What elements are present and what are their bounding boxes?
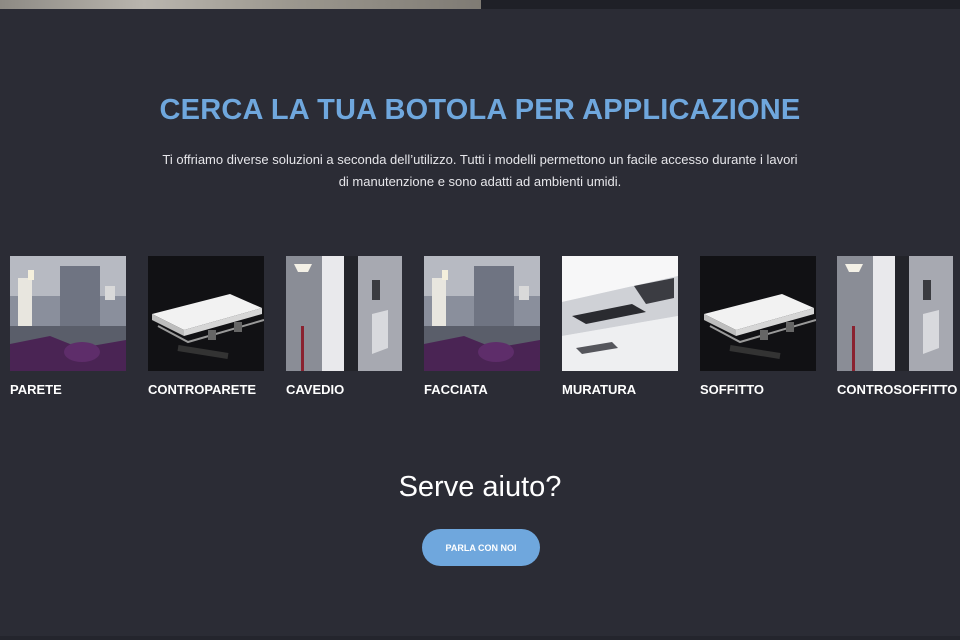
section-title: CERCA LA TUA BOTOLA PER APPLICAZIONE — [159, 94, 801, 126]
card-label: FACCIATA — [424, 382, 488, 397]
card-image — [10, 256, 126, 371]
card-image — [700, 256, 816, 371]
card-cavedio[interactable]: CAVEDIO — [286, 256, 412, 397]
card-label: CAVEDIO — [286, 382, 345, 397]
card-parete[interactable]: PARETE — [10, 256, 136, 397]
bottom-edge — [0, 636, 960, 640]
card-image — [837, 256, 953, 371]
card-image — [286, 256, 402, 371]
card-label: CONTROSOFFITTO — [837, 382, 958, 397]
card-image — [424, 256, 540, 371]
card-image — [148, 256, 264, 371]
card-soffitto[interactable]: SOFFITTO — [700, 256, 826, 397]
card-label: CONTROPARETE — [148, 382, 257, 397]
card-facciata[interactable]: FACCIATA — [424, 256, 550, 397]
contact-us-button[interactable]: PARLA CON NOI — [422, 529, 540, 566]
section-description: Ti offriamo diverse soluzioni a seconda … — [162, 152, 798, 189]
hero-photo-edge — [0, 0, 481, 9]
card-muratura[interactable]: MURATURA — [562, 256, 688, 397]
card-image — [562, 256, 678, 371]
card-controsoffitto[interactable]: CONTROSOFFITTO — [837, 256, 960, 397]
card-label: MURATURA — [562, 382, 637, 397]
card-label: PARETE — [10, 382, 62, 397]
help-title: Serve aiuto? — [398, 471, 562, 503]
card-label: SOFFITTO — [700, 382, 765, 397]
top-strip — [0, 0, 960, 9]
application-cards: PARETE CONTROPARETE CAVEDIO FACCIATA MUR… — [10, 256, 960, 406]
card-controparete[interactable]: CONTROPARETE — [148, 256, 274, 397]
